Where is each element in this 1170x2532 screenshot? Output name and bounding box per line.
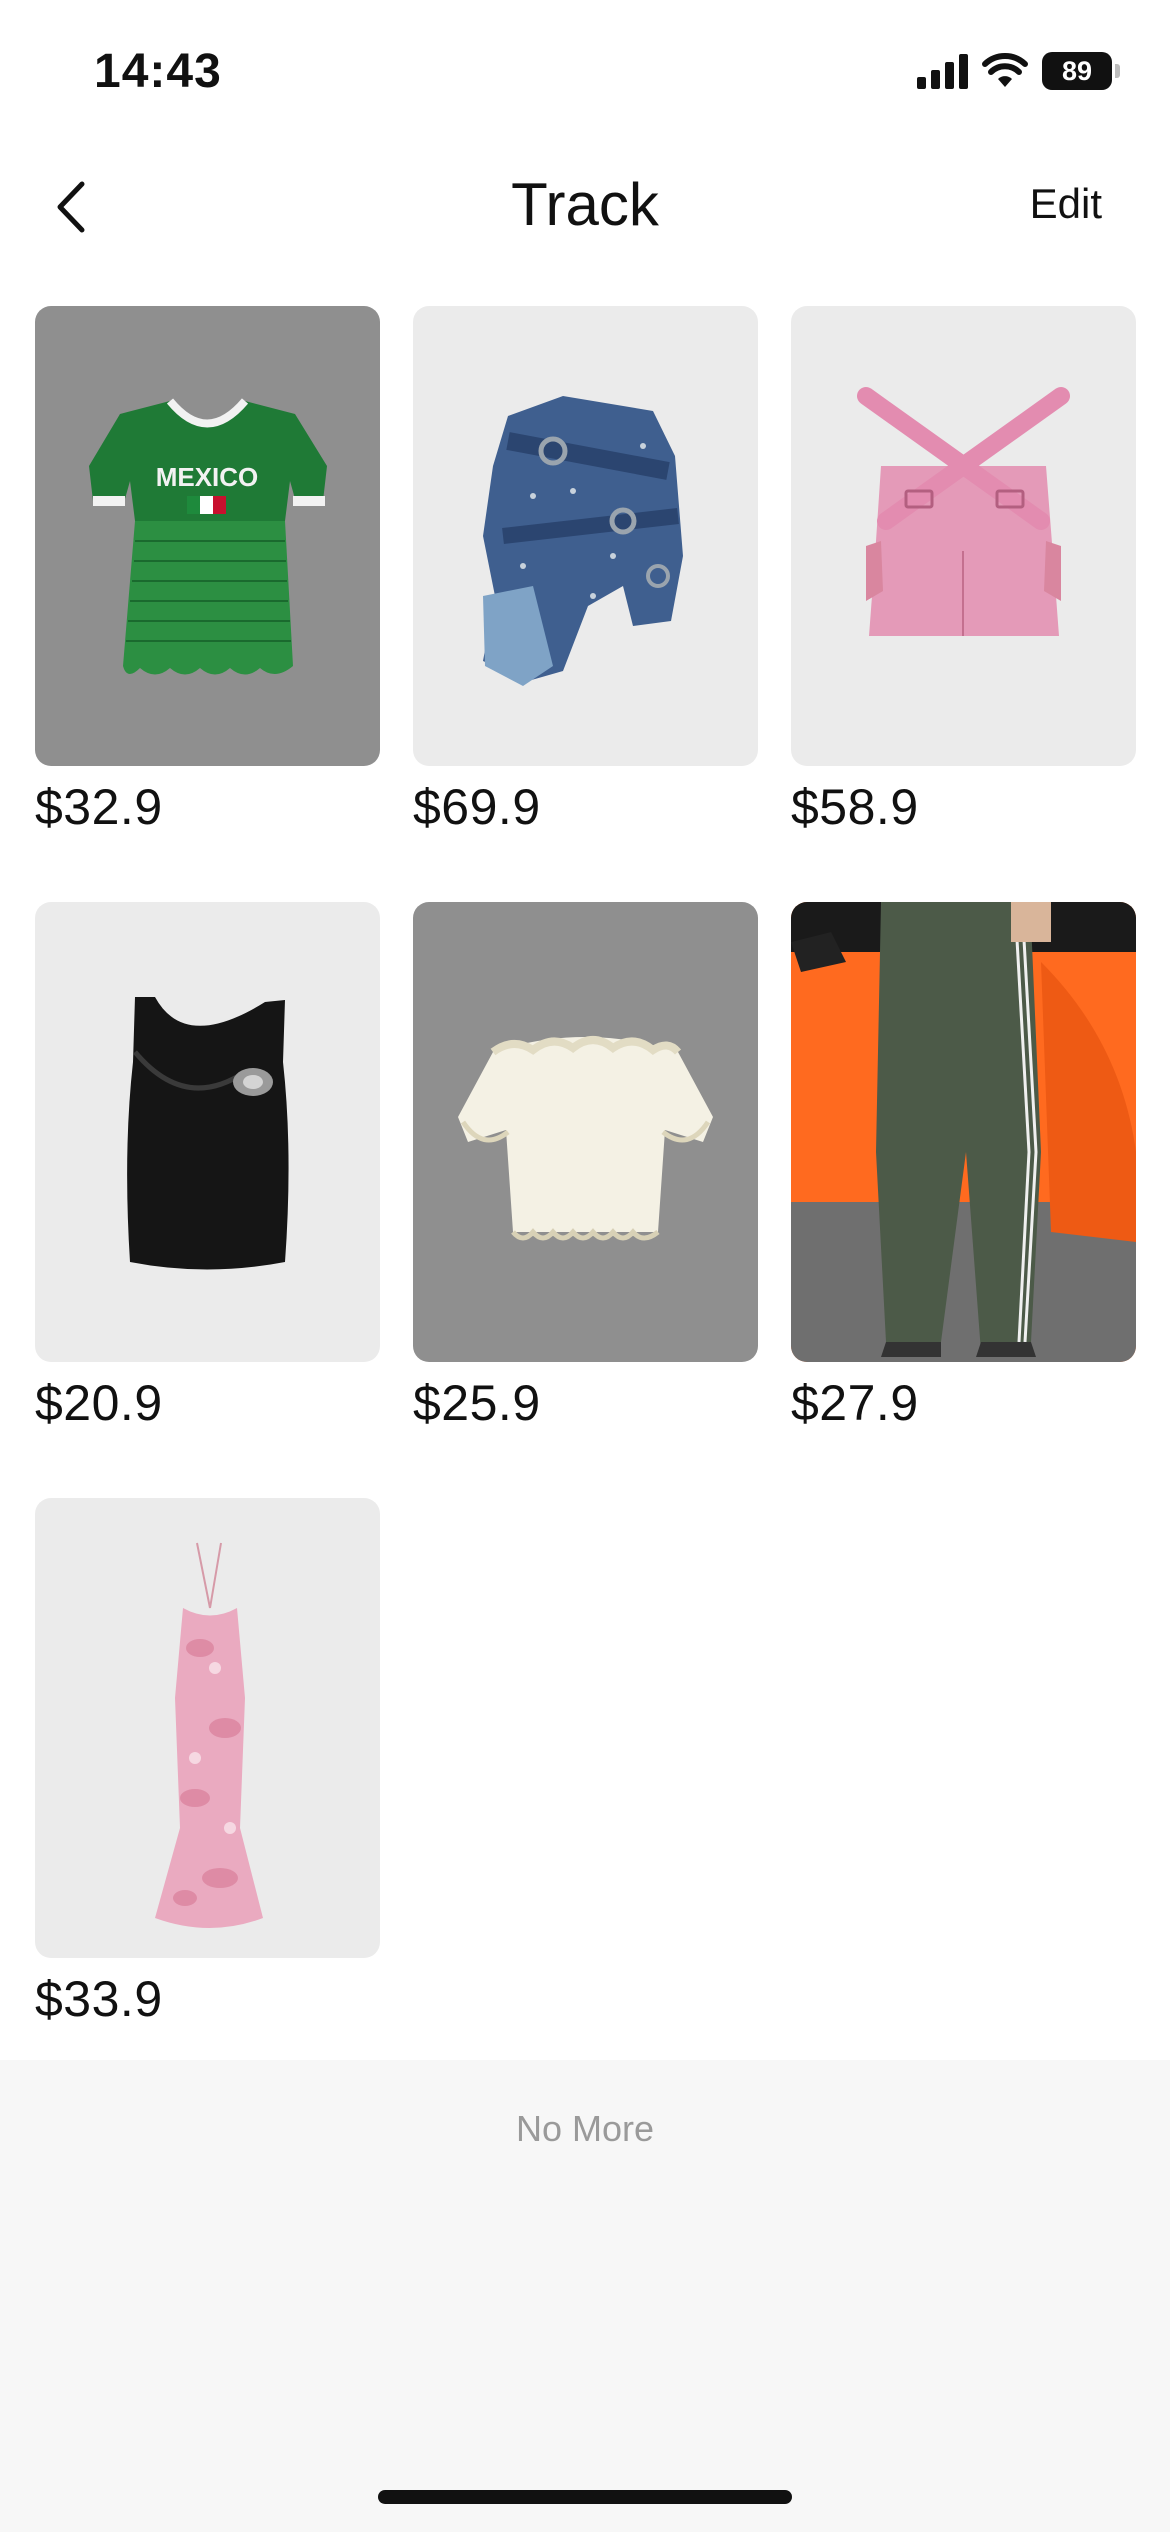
product-price: $33.9 (35, 1971, 163, 2027)
status-icons: 89 (917, 52, 1120, 90)
battery-level: 89 (1061, 55, 1093, 86)
product-card[interactable]: $25.9 (413, 902, 758, 1432)
home-indicator[interactable] (378, 2490, 792, 2504)
status-bar: 14:43 89 (0, 0, 1170, 150)
product-image[interactable] (35, 902, 380, 1362)
product-image[interactable] (791, 902, 1136, 1362)
svg-text:MEXICO: MEXICO (156, 462, 259, 492)
product-card[interactable]: MEXICO $32.9 (35, 306, 380, 836)
product-price: $58.9 (791, 779, 919, 835)
cellular-signal-icon (917, 53, 968, 89)
page-title: Track (511, 171, 659, 238)
product-image[interactable]: MEXICO (35, 306, 380, 766)
product-price: $27.9 (791, 1375, 919, 1431)
product-card[interactable]: $58.9 (791, 306, 1136, 836)
edit-button[interactable]: Edit (1030, 180, 1102, 228)
product-card[interactable]: $69.9 (413, 306, 758, 836)
product-card[interactable]: $27.9 (791, 902, 1136, 1432)
product-image[interactable] (791, 306, 1136, 766)
product-image[interactable] (35, 1498, 380, 1958)
battery-icon: 89 (1042, 52, 1120, 90)
product-price: $32.9 (35, 779, 163, 835)
product-price: $20.9 (35, 1375, 163, 1431)
product-price: $69.9 (413, 779, 541, 835)
product-image[interactable] (413, 902, 758, 1362)
product-card[interactable]: $20.9 (35, 902, 380, 1432)
list-footer: No More (0, 2060, 1170, 2532)
wifi-icon (982, 53, 1028, 87)
status-time: 14:43 (94, 45, 222, 98)
no-more-label: No More (515, 2108, 655, 2149)
product-image[interactable] (413, 306, 758, 766)
product-price: $25.9 (413, 1375, 541, 1431)
nav-bar: Track Edit (0, 150, 1170, 270)
product-grid: MEXICO $32.9 $69.9 $58.9 $20.9 $25.9 $27… (35, 306, 1137, 2028)
product-card[interactable]: $33.9 (35, 1498, 380, 2028)
